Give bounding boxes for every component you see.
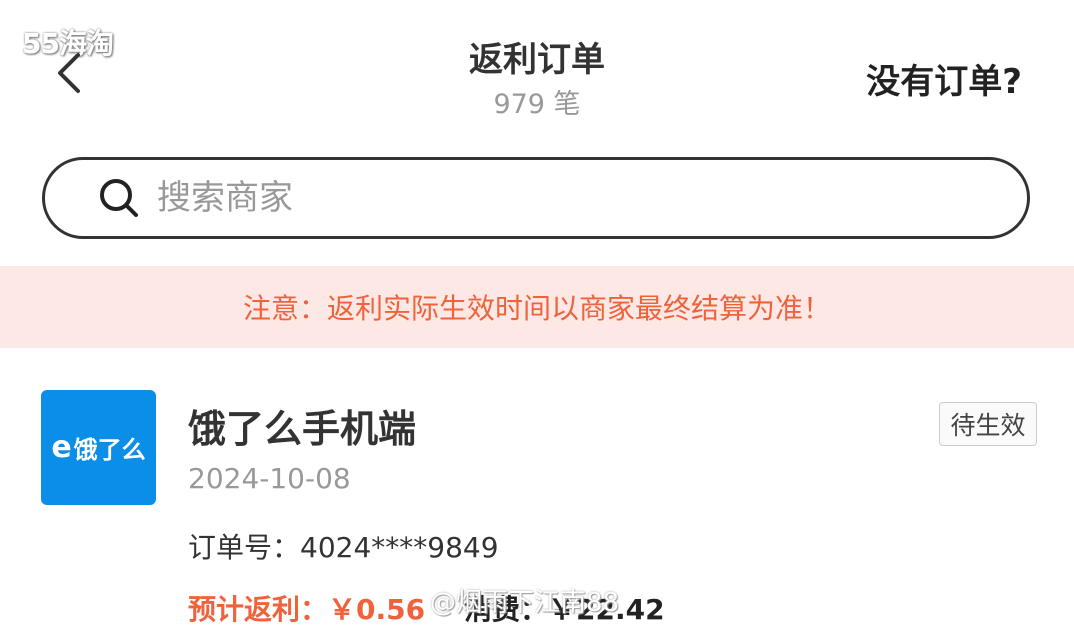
status-badge: 待生效 bbox=[939, 402, 1037, 446]
estimated-rebate: 预计返利：￥0.56 bbox=[188, 593, 426, 626]
store-name: 饿了么手机端 bbox=[188, 407, 417, 451]
notice-text: 注意：返利实际生效时间以商家最终结算为准！ bbox=[242, 292, 831, 325]
order-date: 2024-10-08 bbox=[188, 462, 351, 495]
notice-banner: 注意：返利实际生效时间以商家最终结算为准！ bbox=[0, 266, 1074, 348]
order-number: 订单号：4024****9849 bbox=[188, 531, 499, 564]
eleme-logo-mark: e bbox=[51, 430, 72, 465]
search-bar[interactable] bbox=[42, 157, 1030, 239]
no-order-link[interactable]: 没有订单? bbox=[866, 54, 1022, 103]
store-logo: e 饿了么 bbox=[41, 390, 156, 505]
search-icon bbox=[100, 179, 138, 217]
eleme-logo-text: 饿了么 bbox=[73, 436, 146, 464]
watermark-text: @烟雨下江南88 bbox=[430, 588, 620, 618]
search-input[interactable] bbox=[155, 177, 859, 219]
